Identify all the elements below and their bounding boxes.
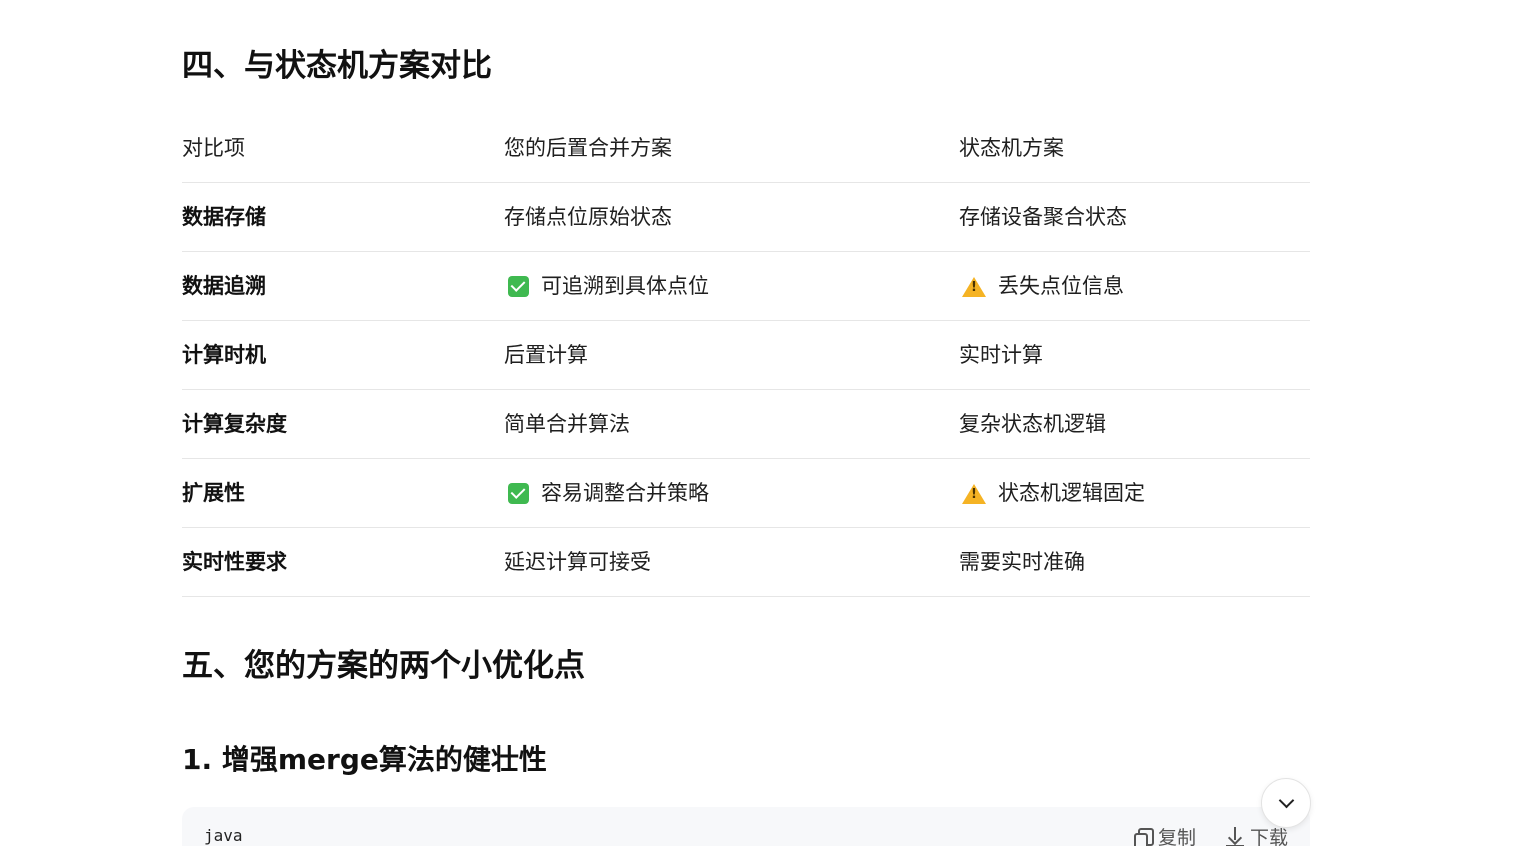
- table-cell-state-machine: 需要实时准确: [959, 528, 1085, 596]
- table-cell-item: 数据追溯: [182, 274, 266, 298]
- cell-text: 简单合并算法: [504, 412, 630, 436]
- table-row: 计算复杂度 简单合并算法 复杂状态机逻辑: [182, 390, 1310, 459]
- table-cell-item: 计算复杂度: [182, 412, 287, 436]
- table-cell-state-machine: 复杂状态机逻辑: [959, 390, 1106, 458]
- chevron-down-icon: [1278, 792, 1294, 809]
- table-header-cell: 状态机方案: [959, 136, 1064, 160]
- table-row: 扩展性 容易调整合并策略 状态机逻辑固定: [182, 459, 1310, 528]
- cell-text: 实时计算: [959, 343, 1043, 367]
- table-header-cell: 您的后置合并方案: [504, 136, 672, 160]
- cell-text: 延迟计算可接受: [504, 550, 651, 574]
- code-actions: 复制 下载: [1133, 823, 1288, 846]
- comparison-table: 对比项 您的后置合并方案 状态机方案 数据存储 存储点位原始状态 存储设备聚合状…: [182, 114, 1310, 597]
- table-cell-yours: 可追溯到具体点位: [504, 252, 709, 320]
- table-row: 数据追溯 可追溯到具体点位 丢失点位信息: [182, 252, 1310, 321]
- copy-button[interactable]: 复制: [1133, 823, 1196, 846]
- table-cell-item: 实时性要求: [182, 550, 287, 574]
- cell-text: 存储设备聚合状态: [959, 205, 1127, 229]
- table-cell-state-machine: 存储设备聚合状态: [959, 183, 1127, 251]
- table-cell-yours: 后置计算: [504, 321, 588, 389]
- section-title-comparison: 四、与状态机方案对比: [182, 48, 492, 84]
- table-cell-item: 数据存储: [182, 205, 266, 229]
- cell-text: 容易调整合并策略: [541, 481, 709, 505]
- table-row: 数据存储 存储点位原始状态 存储设备聚合状态: [182, 183, 1310, 252]
- download-icon: [1225, 826, 1244, 846]
- subsection-title-merge: 1. 增强merge算法的健壮性: [182, 743, 547, 776]
- table-cell-yours: 简单合并算法: [504, 390, 630, 458]
- check-icon: [508, 482, 529, 504]
- warning-icon: [962, 277, 986, 297]
- cell-text: 状态机逻辑固定: [998, 481, 1145, 505]
- copy-icon: [1133, 827, 1154, 846]
- table-cell-yours: 存储点位原始状态: [504, 183, 672, 251]
- table-header-cell: 对比项: [182, 136, 245, 160]
- cell-text: 复杂状态机逻辑: [959, 412, 1106, 436]
- code-block: java 复制 下载: [182, 807, 1310, 846]
- section-title-optimizations: 五、您的方案的两个小优化点: [182, 648, 585, 684]
- page: 四、与状态机方案对比 对比项 您的后置合并方案 状态机方案 数据存储 存储点位原…: [0, 0, 1536, 846]
- warning-icon: [962, 484, 986, 504]
- cell-text: 需要实时准确: [959, 550, 1085, 574]
- check-icon: [508, 275, 529, 297]
- table-row: 计算时机 后置计算 实时计算: [182, 321, 1310, 390]
- table-cell-item: 扩展性: [182, 481, 245, 505]
- copy-label: 复制: [1157, 827, 1196, 846]
- table-row: 实时性要求 延迟计算可接受 需要实时准确: [182, 528, 1310, 597]
- cell-text: 后置计算: [504, 343, 588, 367]
- cell-text: 可追溯到具体点位: [541, 274, 709, 298]
- table-cell-state-machine: 丢失点位信息: [959, 252, 1124, 320]
- table-cell-yours: 延迟计算可接受: [504, 528, 651, 596]
- table-cell-item: 计算时机: [182, 343, 266, 367]
- table-cell-yours: 容易调整合并策略: [504, 459, 709, 527]
- table-cell-state-machine: 实时计算: [959, 321, 1043, 389]
- table-header-row: 对比项 您的后置合并方案 状态机方案: [182, 114, 1310, 183]
- table-cell-state-machine: 状态机逻辑固定: [959, 459, 1145, 527]
- scroll-to-bottom-button[interactable]: [1261, 778, 1311, 828]
- cell-text: 丢失点位信息: [998, 274, 1124, 298]
- cell-text: 存储点位原始状态: [504, 205, 672, 229]
- code-language-label: java: [204, 826, 243, 845]
